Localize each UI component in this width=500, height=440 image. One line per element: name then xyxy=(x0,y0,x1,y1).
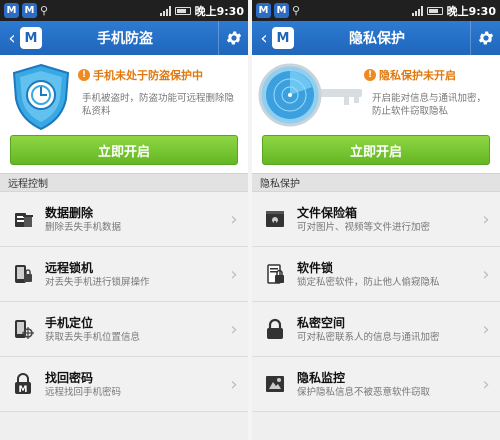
item-title: 私密空间 xyxy=(297,315,346,330)
item-title: 软件锁 xyxy=(297,260,334,275)
settings-button[interactable] xyxy=(470,21,500,55)
shield-lock-icon xyxy=(12,63,70,131)
chevron-right-icon: › xyxy=(482,373,490,395)
item-title: 手机定位 xyxy=(45,315,94,330)
item-subtitle: 对丢失手机进行锁屏操作 xyxy=(45,276,150,288)
privacy-protection-screen: M M ⚲ 晚上9:30 ‹ M 隐私保护 ! 隐私保护未开启 开启能对信息与通… xyxy=(252,0,500,440)
alert-icon: ! xyxy=(364,69,376,81)
item-subtitle: 锁定私密软件，防止他人偷窥隐私 xyxy=(297,276,440,288)
status-bar: M M ⚲ 晚上9:30 xyxy=(252,0,500,21)
item-subtitle: 可对私密联系人的信息与通讯加密 xyxy=(297,331,440,343)
list-item-remote-lock[interactable]: 远程锁机 对丢失手机进行锁屏操作 › xyxy=(0,247,248,302)
app-notification-icon: M xyxy=(256,3,271,18)
usb-icon: ⚲ xyxy=(292,4,301,17)
radar-key-icon xyxy=(258,63,362,127)
gear-icon xyxy=(478,31,493,45)
app-notification-icon: M xyxy=(22,3,37,18)
anti-theft-screen: M M ⚲ 晚上9:30 ‹ M 手机防盗 ! 手机未处于防盗保护中 手机被盗时… xyxy=(0,0,248,440)
battery-icon xyxy=(426,6,443,15)
enable-now-button[interactable]: 立即开启 xyxy=(262,135,490,165)
comparison-view: M M ⚲ 晚上9:30 ‹ M 手机防盗 ! 手机未处于防盗保护中 手机被盗时… xyxy=(0,0,500,440)
battery-icon xyxy=(174,6,191,15)
app-notification-icon: M xyxy=(274,3,289,18)
list-item-locate-phone[interactable]: 手机定位 获取丢失手机位置信息 › xyxy=(0,302,248,357)
page-title: 手机防盗 xyxy=(97,31,153,47)
enable-now-button[interactable]: 立即开启 xyxy=(10,135,238,165)
back-button[interactable]: ‹ xyxy=(256,28,272,49)
item-subtitle: 删除丢失手机数据 xyxy=(45,221,122,233)
file-vault-icon xyxy=(263,207,287,231)
list-item-recover-password[interactable]: M 找回密码 远程找回手机密码 › xyxy=(0,357,248,412)
item-title: 数据删除 xyxy=(45,205,94,220)
list-item-data-wipe[interactable]: 数据删除 删除丢失手机数据 › xyxy=(0,192,248,247)
protection-status: ! 隐私保护未开启 xyxy=(364,67,456,83)
app-lock-icon xyxy=(263,262,287,286)
chevron-right-icon: › xyxy=(482,318,490,340)
chevron-right-icon: › xyxy=(482,263,490,285)
protection-status: ! 手机未处于防盗保护中 xyxy=(78,67,203,83)
list-item-privacy-monitor[interactable]: 隐私监控 保护隐私信息不被恶意软件窃取 › xyxy=(252,357,500,412)
item-title: 找回密码 xyxy=(45,370,94,385)
chevron-right-icon: › xyxy=(230,263,238,285)
page-title: 隐私保护 xyxy=(349,31,405,47)
item-title: 文件保险箱 xyxy=(297,205,358,220)
trash-icon xyxy=(11,207,35,231)
item-title: 隐私监控 xyxy=(297,370,346,385)
padlock-icon xyxy=(263,317,287,341)
app-logo-icon: M xyxy=(272,27,294,49)
section-header: 远程控制 xyxy=(0,173,248,192)
chevron-right-icon: › xyxy=(230,318,238,340)
protection-status-panel: ! 手机未处于防盗保护中 手机被盗时，防盗功能可远程删除隐私资料 立即开启 xyxy=(0,55,248,173)
settings-button[interactable] xyxy=(218,21,248,55)
phone-lock-icon xyxy=(11,262,35,286)
chevron-right-icon: › xyxy=(230,208,238,230)
signal-icon xyxy=(159,5,171,16)
svg-text:M: M xyxy=(19,385,28,395)
lock-m-icon: M xyxy=(11,372,35,396)
status-description: 开启能对信息与通讯加密，防止软件窃取隐私 xyxy=(372,93,487,117)
app-notification-icon: M xyxy=(4,3,19,18)
clock: 晚上9:30 xyxy=(194,4,244,18)
app-logo-icon: M xyxy=(20,27,42,49)
back-button[interactable]: ‹ xyxy=(4,28,20,49)
signal-icon xyxy=(411,5,423,16)
privacy-monitor-icon xyxy=(263,372,287,396)
usb-icon: ⚲ xyxy=(40,4,49,17)
item-subtitle: 远程找回手机密码 xyxy=(45,386,122,398)
item-subtitle: 可对图片、视频等文件进行加密 xyxy=(297,221,431,233)
alert-icon: ! xyxy=(78,69,90,81)
protection-status-panel: ! 隐私保护未开启 开启能对信息与通讯加密，防止软件窃取隐私 立即开启 xyxy=(252,55,500,173)
status-text: 隐私保护未开启 xyxy=(379,69,456,82)
gear-icon xyxy=(226,31,241,45)
list-item-file-vault[interactable]: 文件保险箱 可对图片、视频等文件进行加密 › xyxy=(252,192,500,247)
list-item-private-space[interactable]: 私密空间 可对私密联系人的信息与通讯加密 › xyxy=(252,302,500,357)
chevron-right-icon: › xyxy=(482,208,490,230)
status-bar: M M ⚲ 晚上9:30 xyxy=(0,0,248,21)
section-header: 隐私保护 xyxy=(252,173,500,192)
list-item-app-lock[interactable]: 软件锁 锁定私密软件，防止他人偷窥隐私 › xyxy=(252,247,500,302)
item-subtitle: 获取丢失手机位置信息 xyxy=(45,331,141,343)
item-title: 远程锁机 xyxy=(45,260,94,275)
clock: 晚上9:30 xyxy=(446,4,496,18)
title-bar: ‹ M 隐私保护 xyxy=(252,21,500,55)
status-description: 手机被盗时，防盗功能可远程删除隐私资料 xyxy=(82,93,235,117)
title-bar: ‹ M 手机防盗 xyxy=(0,21,248,55)
status-text: 手机未处于防盗保护中 xyxy=(93,69,203,82)
phone-location-icon xyxy=(11,317,35,341)
chevron-right-icon: › xyxy=(230,373,238,395)
item-subtitle: 保护隐私信息不被恶意软件窃取 xyxy=(297,386,431,398)
